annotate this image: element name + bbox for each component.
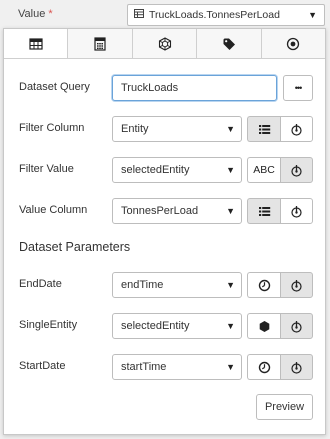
parameter-mode-toggle: [247, 272, 313, 298]
filter-value-value: selectedEntity: [121, 164, 190, 176]
chevron-down-icon: ▼: [226, 280, 235, 290]
time-mode-button[interactable]: [247, 354, 280, 380]
time-mode-button[interactable]: [247, 272, 280, 298]
table-icon: [29, 37, 43, 50]
clock-icon: [258, 361, 270, 373]
bind-icon: [291, 361, 302, 374]
hexagon-icon: [259, 320, 269, 332]
dataset-query-row: Dataset Query TruckLoads •••: [4, 75, 327, 101]
parameter-label: EndDate: [19, 278, 62, 290]
dataset-query-label: Dataset Query: [19, 81, 90, 93]
dataset-parameters-heading: Dataset Parameters: [19, 240, 131, 254]
bind-mode-button[interactable]: [280, 354, 313, 380]
list-icon: [258, 124, 270, 134]
value-column-mode-toggle: [247, 198, 313, 224]
value-label-text: Value: [18, 8, 46, 20]
chevron-down-icon: ▼: [226, 206, 235, 216]
value-column-select[interactable]: TonnesPerLoad ▼: [112, 198, 242, 224]
parameter-row-singleentity: SingleEntity selectedEntity ▼: [4, 313, 327, 339]
parameter-value: selectedEntity: [121, 320, 190, 332]
parameter-select[interactable]: endTime ▼: [112, 272, 242, 298]
tab-network[interactable]: [132, 29, 198, 58]
target-icon: [287, 37, 300, 50]
required-mark: *: [48, 8, 53, 20]
filter-column-value: Entity: [121, 123, 149, 135]
tab-table[interactable]: [4, 29, 69, 58]
filter-value-label: Filter Value: [19, 163, 74, 175]
value-select-text: TruckLoads.TonnesPerLoad: [149, 9, 280, 21]
parameter-mode-toggle: [247, 354, 313, 380]
bind-mode-button[interactable]: [280, 272, 313, 298]
bind-icon: [291, 123, 302, 136]
filter-value-select[interactable]: selectedEntity ▼: [112, 157, 242, 183]
value-select[interactable]: TruckLoads.TonnesPerLoad ▼: [127, 4, 325, 26]
bind-mode-button[interactable]: [280, 157, 313, 183]
entity-mode-button[interactable]: [247, 313, 280, 339]
chevron-down-icon: ▼: [226, 362, 235, 372]
value-row: Value * TruckLoads.TonnesPerLoad ▼: [0, 0, 330, 28]
filter-column-select[interactable]: Entity ▼: [112, 116, 242, 142]
more-icon: •••: [294, 83, 303, 93]
tab-calculator[interactable]: [68, 29, 133, 58]
list-icon: [258, 206, 270, 216]
parameter-select[interactable]: startTime ▼: [112, 354, 242, 380]
clock-icon: [258, 279, 270, 291]
dataset-query-input[interactable]: TruckLoads: [112, 75, 277, 101]
parameter-label: SingleEntity: [19, 319, 78, 331]
parameter-row-enddate: EndDate endTime ▼: [4, 272, 327, 298]
tab-bar: [4, 29, 326, 59]
parameter-select[interactable]: selectedEntity ▼: [112, 313, 242, 339]
calculator-icon: [94, 36, 106, 51]
bind-icon: [291, 164, 302, 177]
bind-mode-button[interactable]: [280, 313, 313, 339]
text-mode-button[interactable]: ABC: [247, 157, 280, 183]
chevron-down-icon: ▼: [226, 165, 235, 175]
filter-column-label: Filter Column: [19, 122, 85, 134]
filter-value-mode-toggle: ABC: [247, 157, 313, 183]
tab-tag[interactable]: [197, 29, 262, 58]
bind-icon: [291, 320, 302, 333]
tab-target[interactable]: [261, 29, 326, 58]
value-column-value: TonnesPerLoad: [121, 205, 199, 217]
binding-popup: Dataset Query TruckLoads ••• Filter Colu…: [3, 28, 326, 435]
network-icon: [158, 36, 171, 51]
parameter-value: endTime: [121, 279, 164, 291]
table-icon: [134, 9, 144, 21]
value-column-label: Value Column: [19, 204, 88, 216]
dataset-query-value: TruckLoads: [121, 82, 179, 94]
abc-icon: ABC: [253, 164, 275, 176]
chevron-down-icon: ▼: [226, 321, 235, 331]
chevron-down-icon: ▼: [308, 10, 317, 20]
filter-value-row: Filter Value selectedEntity ▼ ABC: [4, 157, 327, 183]
parameter-row-startdate: StartDate startTime ▼: [4, 354, 327, 380]
preview-button[interactable]: Preview: [256, 394, 313, 420]
value-column-row: Value Column TonnesPerLoad ▼: [4, 198, 327, 224]
list-mode-button[interactable]: [247, 198, 280, 224]
bind-mode-button[interactable]: [280, 116, 313, 142]
value-label: Value *: [18, 8, 53, 20]
bind-icon: [291, 279, 302, 292]
dataset-query-more-button[interactable]: •••: [283, 75, 313, 101]
parameter-value: startTime: [121, 361, 167, 373]
list-mode-button[interactable]: [247, 116, 280, 142]
parameter-mode-toggle: [247, 313, 313, 339]
chevron-down-icon: ▼: [226, 124, 235, 134]
bind-mode-button[interactable]: [280, 198, 313, 224]
parameter-label: StartDate: [19, 360, 66, 372]
filter-column-mode-toggle: [247, 116, 313, 142]
filter-column-row: Filter Column Entity ▼: [4, 116, 327, 142]
tag-icon: [223, 38, 235, 50]
bind-icon: [291, 205, 302, 218]
